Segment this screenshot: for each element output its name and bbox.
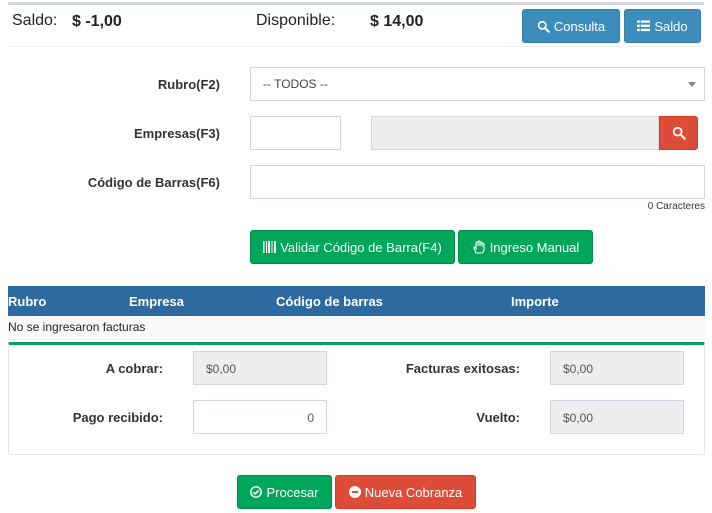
facturas-exitosas-label: Facturas exitosas: bbox=[405, 361, 520, 376]
saldo-button-label: Saldo bbox=[654, 18, 688, 34]
top-border bbox=[8, 2, 704, 5]
column-header-codigo-barras: Código de barras bbox=[276, 294, 383, 309]
consulta-button[interactable]: Consulta bbox=[522, 9, 620, 43]
pago-recibido-label: Pago recibido: bbox=[72, 410, 163, 425]
nueva-cobranza-label: Nueva Cobranza bbox=[364, 484, 463, 500]
validar-codigo-button[interactable]: Validar Código de Barra(F4) bbox=[250, 230, 455, 264]
pago-recibido-input[interactable]: 0 bbox=[193, 400, 327, 434]
procesar-label: Procesar bbox=[266, 484, 319, 500]
empresas-label: Empresas(F3) bbox=[134, 126, 220, 141]
facturas-table-header: Rubro Empresa Código de barras Importe bbox=[8, 286, 705, 316]
codigo-barras-label: Código de Barras(F6) bbox=[87, 175, 220, 190]
minus-circle-icon bbox=[348, 486, 361, 498]
list-icon bbox=[637, 20, 651, 32]
empresa-code-input[interactable] bbox=[250, 116, 341, 150]
consulta-label: Consulta bbox=[553, 18, 606, 34]
vuelto-field: $0,00 bbox=[550, 400, 684, 434]
disponible-value: $ 14,00 bbox=[370, 13, 424, 30]
validar-label: Validar Código de Barra(F4) bbox=[280, 239, 442, 255]
caret-down-icon bbox=[688, 82, 696, 87]
table-empty-message: No se ingresaron facturas bbox=[8, 316, 705, 340]
a-cobrar-label: A cobrar: bbox=[105, 361, 163, 376]
disponible-label: Disponible: bbox=[256, 12, 336, 29]
saldo-button[interactable]: Saldo bbox=[624, 9, 701, 43]
rubro-selected-value: -- TODOS -- bbox=[263, 77, 328, 91]
ingreso-manual-button[interactable]: Ingreso Manual bbox=[458, 230, 593, 264]
search-icon bbox=[537, 20, 550, 33]
vuelto-label: Vuelto: bbox=[476, 410, 520, 425]
saldo-label: Saldo: bbox=[12, 12, 58, 29]
hand-icon bbox=[472, 240, 486, 254]
barcode-icon bbox=[263, 241, 277, 253]
nueva-cobranza-button[interactable]: Nueva Cobranza bbox=[335, 475, 476, 509]
manual-label: Ingreso Manual bbox=[489, 239, 580, 255]
empresa-name-field bbox=[371, 116, 659, 150]
column-header-importe: Importe bbox=[511, 294, 559, 309]
facturas-exitosas-field: $0,00 bbox=[550, 351, 684, 385]
search-icon bbox=[672, 126, 686, 140]
column-header-rubro: Rubro bbox=[8, 294, 47, 309]
column-header-empresa: Empresa bbox=[129, 294, 184, 309]
char-count: 0 Caracteres bbox=[647, 201, 705, 212]
header-divider bbox=[8, 46, 704, 47]
rubro-select[interactable]: -- TODOS -- bbox=[250, 67, 705, 101]
saldo-value: $ -1,00 bbox=[72, 13, 122, 30]
procesar-button[interactable]: Procesar bbox=[237, 475, 332, 509]
a-cobrar-field: $0,00 bbox=[193, 351, 327, 385]
check-circle-icon bbox=[250, 486, 263, 498]
codigo-barras-input[interactable] bbox=[250, 165, 705, 199]
rubro-label: Rubro(F2) bbox=[157, 77, 220, 92]
empresa-search-button[interactable] bbox=[659, 116, 698, 150]
